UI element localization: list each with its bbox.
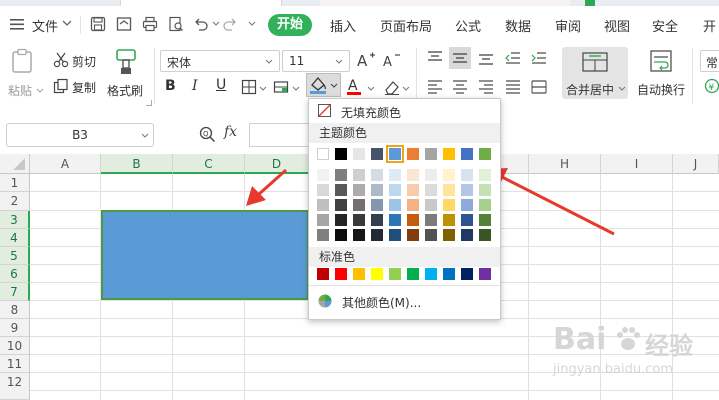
theme-colors-row: [309, 145, 500, 163]
no-fill-icon: [318, 104, 331, 117]
divider: [309, 285, 500, 286]
red-arrow-left: [257, 168, 287, 197]
no-fill-label: 无填充颜色: [341, 106, 402, 120]
theme-shade-swatch[interactable]: [479, 169, 491, 181]
theme-shade-swatch[interactable]: [461, 199, 473, 211]
theme-shade-swatch[interactable]: [317, 229, 329, 241]
theme-shade-swatch[interactable]: [335, 184, 347, 196]
theme-color-swatch[interactable]: [461, 148, 473, 160]
standard-color-swatch[interactable]: [335, 268, 347, 280]
fill-color-dropdown: 无填充颜色 主题颜色 标准色 其他颜色(M)...: [308, 98, 501, 320]
theme-shade-swatch[interactable]: [335, 229, 347, 241]
theme-shade-swatch[interactable]: [317, 199, 329, 211]
theme-color-swatch[interactable]: [425, 148, 437, 160]
theme-shade-swatch[interactable]: [407, 199, 419, 211]
theme-shade-swatch[interactable]: [389, 229, 401, 241]
theme-shade-swatch[interactable]: [407, 169, 419, 181]
paw-icon: [613, 324, 643, 354]
theme-shade-swatch[interactable]: [371, 169, 383, 181]
theme-shade-swatch[interactable]: [443, 199, 455, 211]
more-colors-label: 其他颜色(M)...: [342, 296, 422, 310]
theme-shade-swatch[interactable]: [353, 214, 365, 226]
watermark-brand-cn: 经验: [645, 332, 693, 360]
theme-shade-swatch[interactable]: [425, 199, 437, 211]
standard-color-swatch[interactable]: [371, 268, 383, 280]
theme-colors-heading: 主题颜色: [309, 123, 500, 143]
standard-color-swatch[interactable]: [407, 268, 419, 280]
standard-color-swatch[interactable]: [317, 268, 329, 280]
theme-shade-swatch[interactable]: [371, 214, 383, 226]
theme-shade-swatch[interactable]: [335, 169, 347, 181]
theme-shade-swatch[interactable]: [443, 229, 455, 241]
theme-shade-swatch[interactable]: [479, 214, 491, 226]
theme-color-swatch[interactable]: [386, 145, 404, 163]
theme-shade-swatch[interactable]: [335, 199, 347, 211]
theme-shade-swatch[interactable]: [407, 214, 419, 226]
standard-color-swatch[interactable]: [425, 268, 437, 280]
theme-shade-swatch[interactable]: [425, 169, 437, 181]
theme-shade-swatch[interactable]: [353, 169, 365, 181]
theme-color-swatch[interactable]: [353, 148, 365, 160]
theme-color-swatch[interactable]: [443, 148, 455, 160]
theme-shade-swatch[interactable]: [317, 214, 329, 226]
standard-color-swatch[interactable]: [353, 268, 365, 280]
theme-shade-swatch[interactable]: [371, 229, 383, 241]
theme-color-swatch[interactable]: [407, 148, 419, 160]
theme-shade-swatch[interactable]: [461, 229, 473, 241]
watermark-brand: Bai: [553, 322, 607, 357]
theme-shade-swatch[interactable]: [479, 229, 491, 241]
theme-shades-grid: [309, 167, 500, 247]
theme-shade-swatch[interactable]: [443, 169, 455, 181]
theme-color-swatch[interactable]: [335, 148, 347, 160]
watermark: Bai 经验 jingyan.baidu.com: [553, 322, 713, 382]
theme-shade-swatch[interactable]: [443, 184, 455, 196]
theme-shade-swatch[interactable]: [317, 169, 329, 181]
theme-shade-swatch[interactable]: [479, 184, 491, 196]
theme-color-swatch[interactable]: [371, 148, 383, 160]
no-fill-option[interactable]: 无填充颜色: [309, 99, 500, 123]
theme-shade-swatch[interactable]: [317, 184, 329, 196]
standard-color-swatch[interactable]: [479, 268, 491, 280]
theme-shade-swatch[interactable]: [461, 214, 473, 226]
theme-shade-swatch[interactable]: [461, 184, 473, 196]
watermark-url: jingyan.baidu.com: [553, 362, 673, 377]
standard-color-swatch[interactable]: [443, 268, 455, 280]
theme-shade-swatch[interactable]: [389, 184, 401, 196]
theme-shade-swatch[interactable]: [353, 229, 365, 241]
theme-shade-swatch[interactable]: [389, 199, 401, 211]
theme-shade-swatch[interactable]: [371, 199, 383, 211]
color-wheel-icon: [318, 294, 332, 308]
theme-shade-swatch[interactable]: [425, 214, 437, 226]
more-colors-option[interactable]: 其他颜色(M)...: [309, 291, 500, 313]
theme-shade-swatch[interactable]: [425, 184, 437, 196]
standard-color-swatch[interactable]: [389, 268, 401, 280]
theme-color-swatch[interactable]: [317, 148, 329, 160]
theme-shade-swatch[interactable]: [353, 199, 365, 211]
theme-shade-swatch[interactable]: [461, 169, 473, 181]
theme-shade-swatch[interactable]: [407, 229, 419, 241]
theme-color-swatch[interactable]: [479, 148, 491, 160]
theme-shade-swatch[interactable]: [389, 214, 401, 226]
standard-colors-row: [309, 267, 500, 285]
theme-shade-swatch[interactable]: [425, 229, 437, 241]
theme-shade-swatch[interactable]: [389, 169, 401, 181]
standard-colors-heading: 标准色: [309, 247, 500, 267]
theme-shade-swatch[interactable]: [443, 214, 455, 226]
standard-color-swatch[interactable]: [461, 268, 473, 280]
theme-shade-swatch[interactable]: [371, 184, 383, 196]
red-arrow-right: [501, 175, 615, 236]
theme-shade-swatch[interactable]: [353, 184, 365, 196]
theme-shade-swatch[interactable]: [335, 214, 347, 226]
theme-shade-swatch[interactable]: [407, 184, 419, 196]
theme-shade-swatch[interactable]: [479, 199, 491, 211]
